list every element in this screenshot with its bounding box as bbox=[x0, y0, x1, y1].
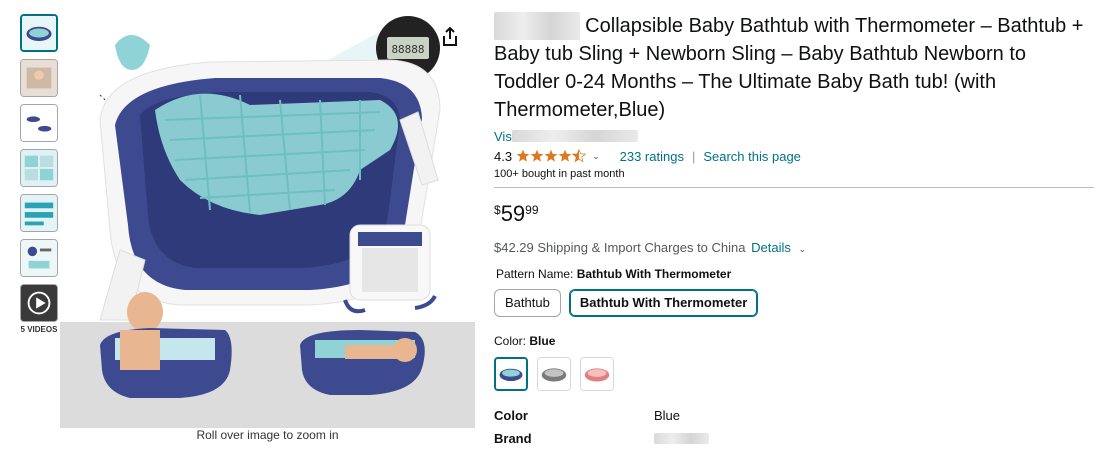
bought-count: 100+ bought in past month bbox=[494, 168, 625, 180]
chevron-down-icon[interactable]: ⌄ bbox=[592, 151, 600, 162]
pattern-option-bathtub[interactable]: Bathtub bbox=[494, 289, 561, 317]
main-product-image[interactable]: 88888 + bbox=[60, 0, 475, 428]
half-star-icon bbox=[572, 149, 587, 163]
store-link-redacted bbox=[511, 130, 638, 142]
pattern-label-text: Pattern Name: bbox=[496, 267, 574, 281]
spec-key: Color bbox=[494, 408, 528, 423]
separator: | bbox=[691, 148, 696, 164]
swatch-blue[interactable] bbox=[494, 357, 528, 391]
share-icon[interactable] bbox=[438, 25, 462, 49]
spec-key: Brand bbox=[494, 431, 532, 446]
star-icon bbox=[530, 149, 544, 162]
spec-row-color: Color Blue bbox=[494, 404, 1094, 427]
shipping-text: $42.29 Shipping & Import Charges to Chin… bbox=[494, 240, 746, 255]
divider bbox=[494, 187, 1094, 188]
star-rating[interactable] bbox=[516, 149, 587, 163]
product-specs: Color Blue Brand bbox=[494, 404, 1094, 450]
price-currency: $ bbox=[494, 203, 501, 217]
rating-row: 4.3 ⌄ 233 ratings | Search this page bbox=[494, 147, 1094, 165]
thumbnail-4[interactable] bbox=[20, 149, 58, 187]
pattern-options: Bathtub Bathtub With Thermometer bbox=[494, 289, 1094, 317]
chevron-down-icon[interactable]: ⌄ bbox=[799, 244, 807, 254]
thermometer-display-text: 88888 bbox=[391, 43, 424, 56]
brand-redacted: Redacted bbox=[494, 12, 580, 40]
search-page-link[interactable]: Search this page bbox=[703, 149, 801, 164]
store-link-prefix[interactable]: Vis bbox=[494, 129, 512, 144]
pattern-option-bathtub-with-thermometer[interactable]: Bathtub With Thermometer bbox=[568, 289, 759, 317]
swatch-gray[interactable] bbox=[537, 357, 571, 391]
thumbnail-6[interactable] bbox=[20, 239, 58, 277]
star-icon bbox=[544, 149, 558, 162]
pattern-label: Pattern Name: Bathtub With Thermometer bbox=[494, 267, 1094, 281]
zoom-hint: Roll over image to zoom in bbox=[196, 428, 339, 442]
thumbnail-strip: 5 VIDEOS bbox=[20, 14, 58, 334]
price: $ 59 99 bbox=[494, 200, 1094, 230]
spec-value: Blue bbox=[654, 408, 681, 423]
star-icon bbox=[516, 149, 530, 162]
video-thumbnail[interactable] bbox=[20, 284, 58, 322]
color-selected-value: Blue bbox=[529, 334, 556, 348]
pattern-selected-value: Bathtub With Thermometer bbox=[576, 267, 732, 281]
shipping-info: $42.29 Shipping & Import Charges to Chin… bbox=[494, 240, 1094, 255]
videos-count-label: 5 VIDEOS bbox=[20, 325, 58, 334]
star-icon bbox=[558, 149, 572, 162]
swatch-pink[interactable] bbox=[580, 357, 614, 391]
ratings-count-link[interactable]: 233 ratings bbox=[620, 149, 684, 164]
rating-value: 4.3 bbox=[494, 148, 513, 164]
thumbnail-1[interactable] bbox=[20, 14, 58, 52]
thumbnail-5[interactable] bbox=[20, 194, 58, 232]
spec-row-brand: Brand bbox=[494, 427, 1094, 450]
price-whole: 59 bbox=[500, 201, 526, 226]
product-title-text: Collapsible Baby Bathtub with Thermomete… bbox=[494, 15, 1084, 121]
product-info: Redacted Collapsible Baby Bathtub with T… bbox=[494, 12, 1094, 450]
price-fraction: 99 bbox=[525, 203, 539, 217]
color-label: Color: Blue bbox=[494, 334, 1094, 348]
shipping-details-link[interactable]: Details bbox=[751, 240, 791, 255]
color-label-text: Color: bbox=[494, 334, 527, 348]
brand-value-redacted bbox=[654, 433, 709, 444]
color-swatches bbox=[494, 357, 1094, 391]
store-link[interactable]: Vis bbox=[494, 128, 1094, 144]
thumbnail-2[interactable] bbox=[20, 59, 58, 97]
product-title: Redacted Collapsible Baby Bathtub with T… bbox=[494, 12, 1094, 124]
thumbnail-3[interactable] bbox=[20, 104, 58, 142]
